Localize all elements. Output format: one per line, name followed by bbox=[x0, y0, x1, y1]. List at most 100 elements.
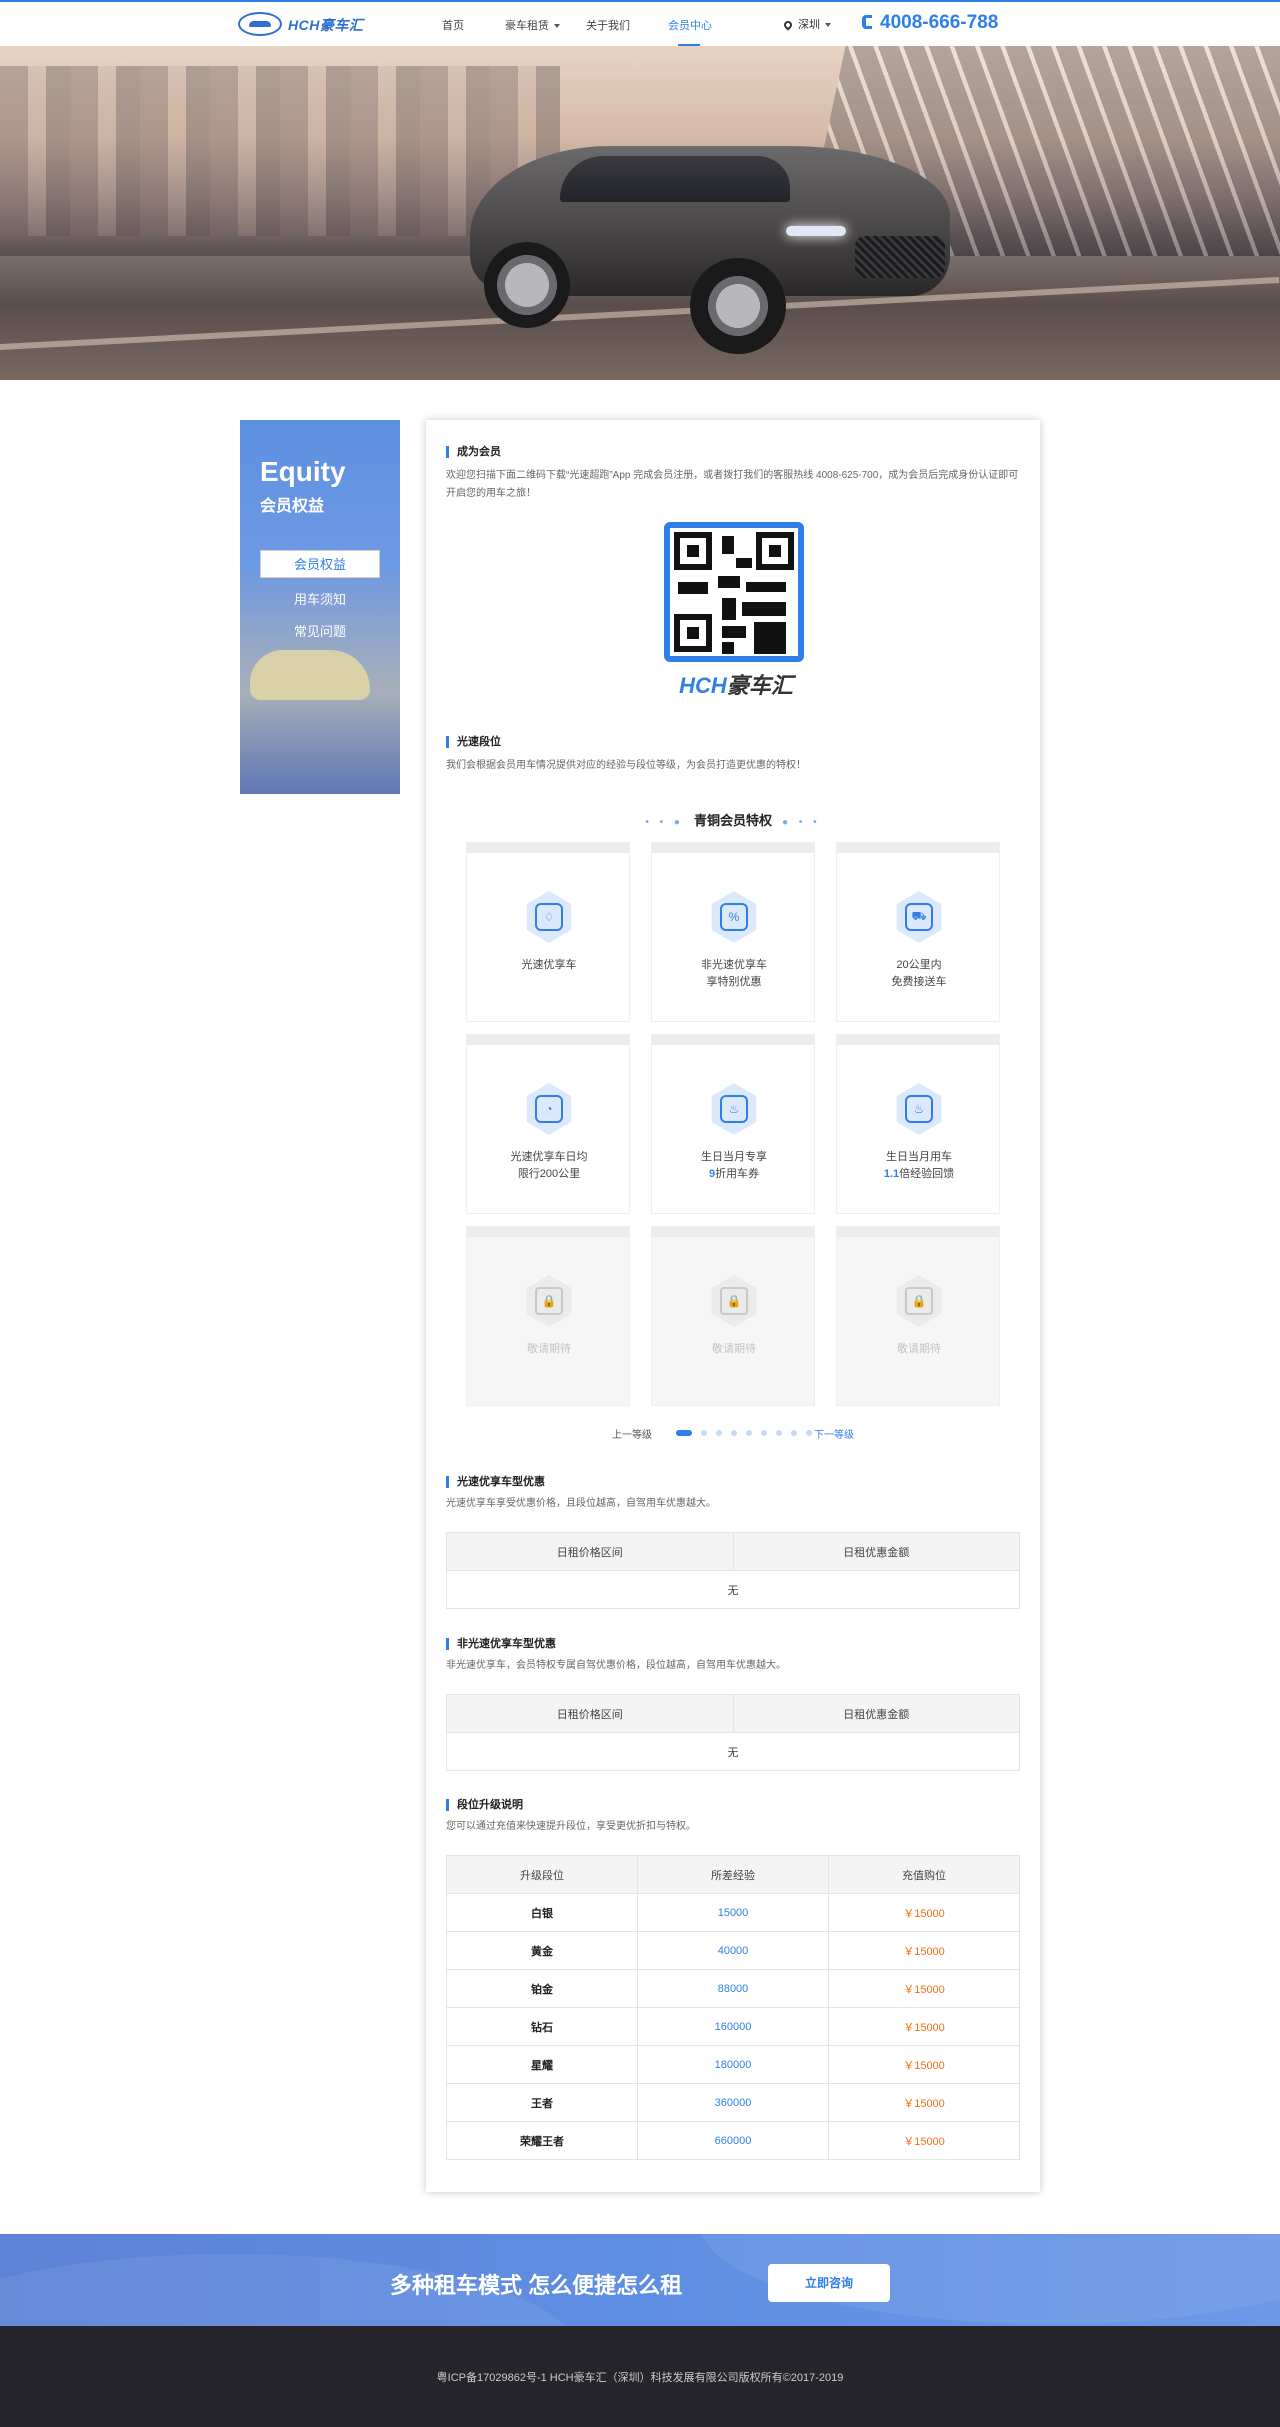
level-cell: 王者 bbox=[446, 2083, 638, 2122]
privilege-card: ♨ 生日当月专享 9折用车券 bbox=[651, 1034, 815, 1214]
qr-code bbox=[664, 522, 804, 662]
sidebar-title-en: Equity bbox=[260, 456, 346, 487]
privilege-label-line2: 折用车券 bbox=[715, 1168, 760, 1180]
privilege-label: 生日当月专享 9折用车券 bbox=[652, 1149, 816, 1183]
nav-about[interactable]: 关于我们 bbox=[586, 17, 630, 33]
privilege-label-line2: 限行200公里 bbox=[517, 1168, 581, 1180]
chevron-down-icon bbox=[554, 24, 560, 29]
price-cell: ￥15000 bbox=[828, 2007, 1020, 2046]
pager-dot[interactable] bbox=[746, 1430, 752, 1436]
pager-dot[interactable] bbox=[731, 1430, 737, 1436]
privilege-label: 非光速优享车 享特别优惠 bbox=[652, 957, 816, 991]
lock-icon: 🔒 bbox=[535, 1287, 563, 1315]
qr-module bbox=[754, 622, 786, 654]
nav-member-center[interactable]: 会员中心 bbox=[668, 17, 712, 33]
table-header: 所差经验 bbox=[637, 1855, 829, 1894]
table-row: 铂金 88000 ￥15000 bbox=[446, 1969, 1020, 2008]
upgrade-table: 升级段位 所差经验 充值购位 白银 15000 ￥15000 黄金 40000 ￥1500… bbox=[446, 1855, 1020, 2160]
qr-module bbox=[742, 602, 786, 616]
pager-dot-active[interactable] bbox=[676, 1430, 692, 1436]
nav-home[interactable]: 首页 bbox=[442, 17, 464, 33]
privilege-label-line1: 非光速优享车 bbox=[701, 959, 767, 971]
tier-pager: 上一等级 下一等级 bbox=[426, 1424, 1040, 1444]
table-empty-cell: 无 bbox=[446, 1570, 1020, 1609]
qr-module bbox=[722, 536, 734, 554]
location-pin-icon bbox=[782, 19, 794, 31]
privilege-label-line1: 生日当月专享 bbox=[701, 1151, 767, 1163]
banner-car-window bbox=[560, 156, 790, 202]
pager-dot[interactable] bbox=[701, 1430, 707, 1436]
section-desc-become-member: 欢迎您扫描下面二维码下载“光速超跑”App 完成会员注册，或者拨打我们的客服热线… bbox=[446, 470, 1019, 499]
qr-module bbox=[722, 626, 746, 638]
privilege-label-line1: 敬请期待 bbox=[897, 1343, 941, 1355]
tier-dots-left: • • ● bbox=[645, 817, 684, 828]
price-cell: ￥15000 bbox=[828, 2121, 1020, 2160]
sidebar-title-cn: 会员权益 bbox=[260, 498, 325, 515]
privilege-label-line1: 敬请期待 bbox=[527, 1343, 571, 1355]
qr-brand-logo: HCH豪车汇 bbox=[666, 668, 806, 700]
pager-dot[interactable] bbox=[806, 1430, 812, 1436]
privilege-card: % 非光速优享车 享特别优惠 bbox=[651, 842, 815, 1022]
hotline-number: 4008-666-788 bbox=[880, 12, 999, 33]
pager-dot[interactable] bbox=[791, 1430, 797, 1436]
table-row: 王者 360000 ￥15000 bbox=[446, 2083, 1020, 2122]
nav-car-rental[interactable]: 豪车租赁 bbox=[505, 17, 560, 33]
experience-cell: 660000 bbox=[637, 2121, 829, 2160]
privilege-card: ◔ 光速优享车日均 限行200公里 bbox=[466, 1034, 630, 1214]
privilege-card-locked: 🔒 敬请期待 bbox=[466, 1226, 630, 1406]
content-panel: 成为会员 欢迎您扫描下面二维码下载“光速超跑”App 完成会员注册，或者拨打我们… bbox=[426, 420, 1040, 2192]
privilege-label: 光速优享车日均 限行200公里 bbox=[467, 1149, 631, 1183]
site-header: HCH豪车汇 首页 豪车租赁 关于我们 会员中心 深圳 4008-666-788 bbox=[0, 2, 1280, 46]
privilege-label-line1: 敬请期待 bbox=[712, 1343, 756, 1355]
level-cell: 铂金 bbox=[446, 1969, 638, 2008]
privilege-card-locked: 🔒 敬请期待 bbox=[836, 1226, 1000, 1406]
level-cell: 黄金 bbox=[446, 1931, 638, 1970]
privilege-label: 敬请期待 bbox=[837, 1341, 1001, 1358]
preferred-discount-table: 日租价格区间 日租优惠金额 无 bbox=[446, 1532, 1020, 1609]
pager-dot[interactable] bbox=[716, 1430, 722, 1436]
sidebar-item-member-rights[interactable]: 会员权益 bbox=[260, 550, 380, 578]
next-level-button[interactable]: 下一等级 bbox=[814, 1426, 854, 1441]
pager-dot[interactable] bbox=[776, 1430, 782, 1436]
qr-module bbox=[718, 576, 740, 588]
experience-cell: 180000 bbox=[637, 2045, 829, 2084]
table-empty-cell: 无 bbox=[446, 1732, 1020, 1771]
prev-level-button[interactable]: 上一等级 bbox=[612, 1426, 652, 1441]
diamond-icon: ♢ bbox=[535, 903, 563, 931]
site-footer: 粤ICP备17029862号-1 HCH豪车汇（深圳）科技发展有限公司版权所有©… bbox=[0, 2326, 1280, 2427]
sidebar-car-image bbox=[250, 650, 370, 700]
pager-dot[interactable] bbox=[761, 1430, 767, 1436]
level-cell: 星耀 bbox=[446, 2045, 638, 2084]
privilege-label-line1: 光速优享车 bbox=[521, 959, 577, 971]
privilege-label-line1: 光速优享车日均 bbox=[510, 1151, 588, 1163]
sidebar-item-faq[interactable]: 常见问题 bbox=[260, 618, 380, 646]
banner-car-grille bbox=[855, 236, 945, 278]
cta-banner: 多种租车模式 怎么便捷怎么租 立即咨询 bbox=[0, 2234, 1280, 2326]
chevron-down-icon bbox=[825, 23, 831, 28]
section-title-upgrade: 段位升级说明 bbox=[446, 1799, 523, 1811]
logo[interactable]: HCH豪车汇 bbox=[238, 9, 363, 39]
experience-cell: 88000 bbox=[637, 1969, 829, 2008]
brand-chinese: 豪车汇 bbox=[726, 673, 793, 698]
price-cell: ￥15000 bbox=[828, 2045, 1020, 2084]
qr-module bbox=[722, 642, 734, 654]
qr-finder bbox=[674, 614, 712, 652]
privilege-label: 光速优享车 bbox=[467, 957, 631, 974]
privilege-label-line2: 免费接送车 bbox=[891, 976, 947, 988]
consult-now-button[interactable]: 立即咨询 bbox=[768, 2264, 890, 2302]
section-title-preferred: 光速优享车型优惠 bbox=[446, 1476, 545, 1488]
city-selector[interactable]: 深圳 bbox=[782, 16, 831, 32]
phone-icon bbox=[862, 15, 872, 29]
privilege-label-line1: 生日当月用车 bbox=[886, 1151, 952, 1163]
city-label: 深圳 bbox=[798, 19, 820, 31]
level-cell: 荣耀王者 bbox=[446, 2121, 638, 2160]
nav-car-rental-label: 豪车租赁 bbox=[505, 20, 549, 32]
section-title-become-member: 成为会员 bbox=[446, 446, 501, 458]
sidebar-item-rental-notes[interactable]: 用车须知 bbox=[260, 586, 380, 614]
cta-slogan: 多种租车模式 怎么便捷怎么租 bbox=[390, 2273, 683, 2298]
hotline: 4008-666-788 bbox=[862, 12, 998, 34]
section-desc-upgrade: 您可以通过充值来快速提升段位，享受更优折扣与特权。 bbox=[446, 1821, 696, 1832]
table-row: 黄金 40000 ￥15000 bbox=[446, 1931, 1020, 1970]
experience-cell: 40000 bbox=[637, 1931, 829, 1970]
banner-car-wheel bbox=[690, 258, 786, 354]
